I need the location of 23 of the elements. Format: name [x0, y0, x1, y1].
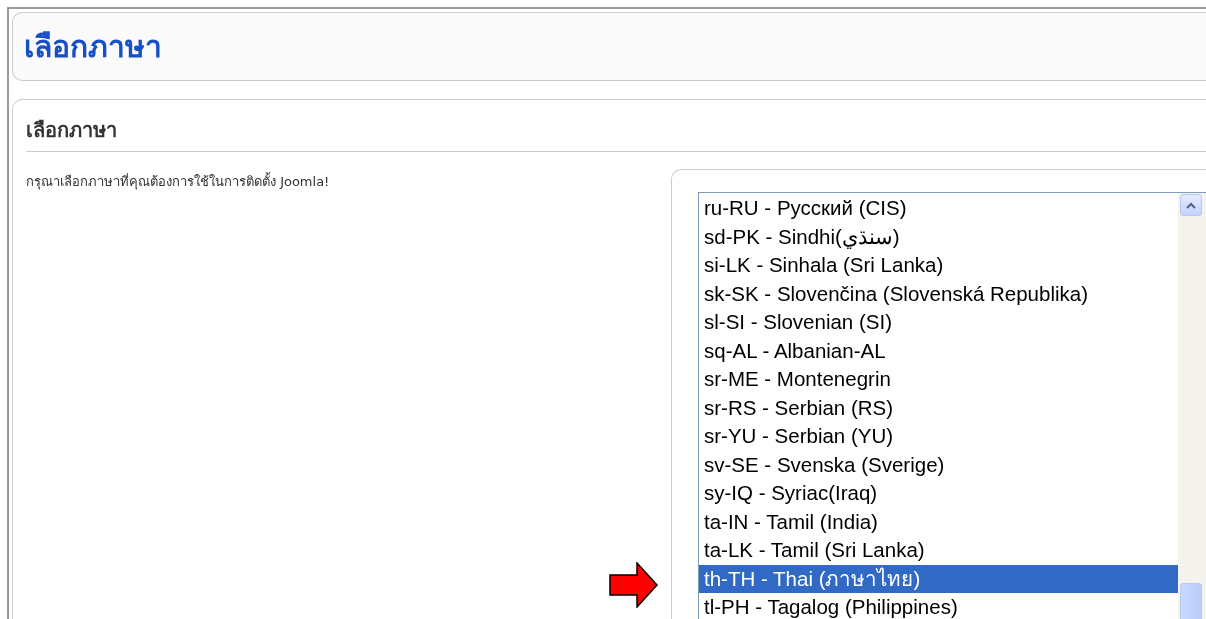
language-option[interactable]: sk-SK - Slovenčina (Slovenská Republika) — [699, 279, 1178, 308]
language-option[interactable]: th-TH - Thai (ภาษาไทย) — [699, 564, 1178, 593]
scroll-thumb[interactable] — [1180, 583, 1202, 619]
language-option[interactable]: sr-YU - Serbian (YU) — [699, 422, 1178, 451]
language-option[interactable]: ru-RU - Русский (CIS) — [699, 194, 1178, 223]
language-option[interactable]: sl-SI - Slovenian (SI) — [699, 308, 1178, 337]
language-option[interactable]: sq-AL - Albanian-AL — [699, 336, 1178, 365]
language-option[interactable]: ta-LK - Tamil (Sri Lanka) — [699, 536, 1178, 565]
language-option[interactable]: sr-RS - Serbian (RS) — [699, 393, 1178, 422]
instruction-text: กรุณาเลือกภาษาที่คุณต้องการใช้ในการติดตั้ง Joomla! — [26, 171, 331, 192]
scrollbar[interactable] — [1178, 193, 1206, 619]
language-option[interactable]: tl-PH - Tagalog (Philippines) — [699, 593, 1178, 619]
language-option[interactable]: sy-IQ - Syriac(Iraq) — [699, 479, 1178, 508]
language-option[interactable]: sv-SE - Svenska (Sverige) — [699, 450, 1178, 479]
language-option[interactable]: si-LK - Sinhala (Sri Lanka) — [699, 251, 1178, 280]
language-option[interactable]: sr-ME - Montenegrin — [699, 365, 1178, 394]
arrow-icon — [609, 562, 659, 608]
page-title: เลือกภาษา — [24, 28, 162, 66]
section-heading: เลือกภาษา — [26, 100, 1206, 152]
language-option[interactable]: sd-PK - Sindhi(سنڌي) — [699, 222, 1178, 251]
scroll-up-button[interactable] — [1180, 194, 1202, 216]
language-option[interactable]: ta-IN - Tamil (India) — [699, 507, 1178, 536]
caret-up-icon — [1186, 201, 1196, 209]
